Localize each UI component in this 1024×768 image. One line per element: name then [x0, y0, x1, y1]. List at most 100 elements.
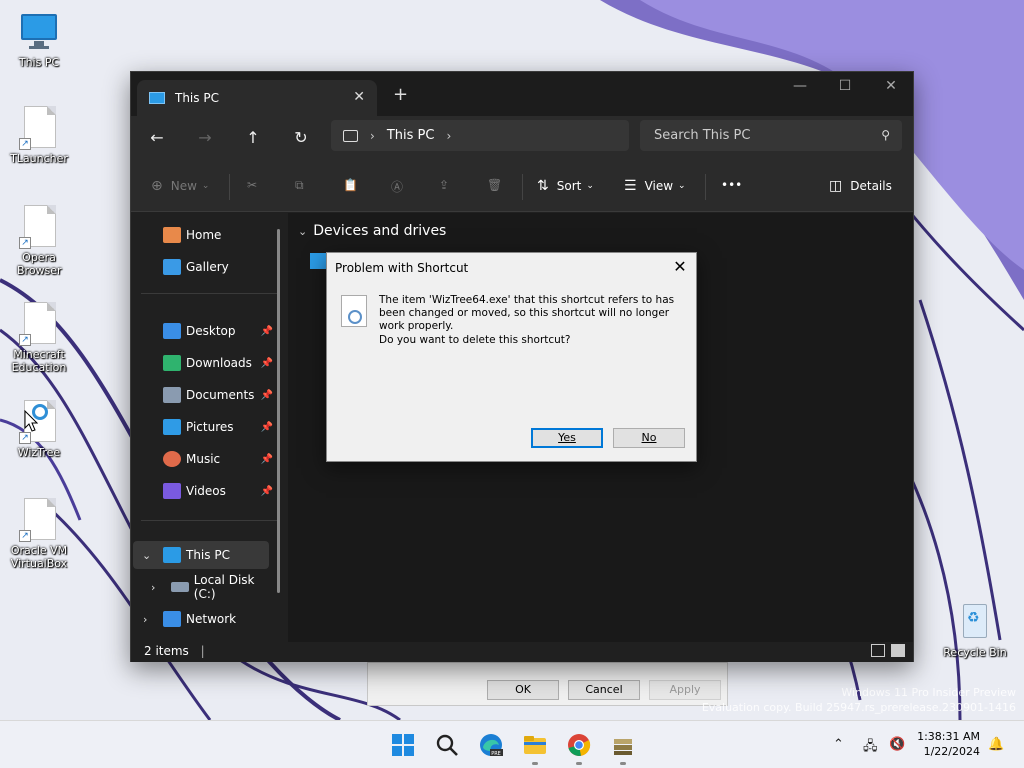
dialog-message: The item 'WizTree64.exe' that this short… [379, 294, 675, 332]
desktop-icon-label: Recycle Bin [943, 646, 1007, 659]
video-icon [163, 483, 181, 499]
properties-dialog-footer: OK Cancel Apply [367, 662, 728, 706]
close-tab-icon[interactable]: ✕ [353, 89, 365, 105]
chevron-down-icon: ⌄ [678, 181, 686, 191]
view-button[interactable]: ☰ View ⌄ [624, 178, 686, 194]
file-icon: ↗ [19, 302, 59, 346]
shortcut-arrow-icon: ↗ [19, 530, 31, 542]
chevron-down-icon[interactable]: ⌄ [142, 549, 151, 562]
running-indicator [532, 762, 538, 765]
monitor-icon [343, 129, 358, 142]
gallery-icon [163, 259, 181, 275]
yes-button[interactable]: Yes [531, 428, 603, 448]
sidebar-item-network[interactable]: › Network [131, 605, 279, 633]
network-status-icon[interactable]: 🖧 [863, 737, 878, 759]
search-placeholder: Search This PC [654, 128, 751, 143]
tiles-view-icon[interactable] [891, 644, 905, 657]
desktop-icon-this-pc[interactable]: This PC [3, 10, 75, 69]
sidebar-item-label: Music [186, 452, 221, 466]
maximize-icon[interactable]: ☐ [830, 78, 860, 94]
sidebar-item-local-disk[interactable]: › Local Disk (C:) [131, 573, 279, 601]
sidebar-item-this-pc[interactable]: ⌄ This PC [133, 541, 269, 569]
chrome-icon[interactable] [567, 733, 591, 757]
desktop-icon-opera[interactable]: ↗ Opera Browser [3, 205, 75, 277]
pin-icon[interactable]: 📌 [261, 422, 273, 433]
evaluation-watermark: Windows 11 Pro Insider Preview Evaluatio… [702, 685, 1016, 715]
group-header-devices[interactable]: ⌄ Devices and drives [298, 223, 446, 239]
pin-icon[interactable]: 📌 [261, 358, 273, 369]
sidebar-item-gallery[interactable]: Gallery [131, 253, 279, 281]
sidebar-item-videos[interactable]: Videos 📌 [131, 477, 279, 505]
paste-icon: 📋 [343, 178, 358, 192]
monitor-icon [163, 547, 181, 563]
desktop-icon-wiztree[interactable]: ↗ WizTree [3, 400, 75, 459]
chevron-right-icon[interactable]: › [446, 129, 451, 143]
search-input[interactable]: Search This PC ⚲ [640, 120, 902, 151]
sidebar-item-music[interactable]: Music 📌 [131, 445, 279, 473]
start-windows-icon[interactable] [391, 733, 415, 757]
new-tab-icon[interactable]: + [393, 84, 408, 105]
tab-this-pc[interactable]: This PC ✕ [137, 80, 377, 116]
ok-button[interactable]: OK [487, 680, 559, 700]
search-icon[interactable] [435, 733, 459, 757]
file-icon: ↗ [19, 106, 59, 150]
file-explorer-icon[interactable] [523, 733, 547, 757]
close-icon[interactable]: ✕ [670, 257, 690, 276]
home-icon [163, 227, 181, 243]
chevron-up-icon[interactable]: ⌃ [833, 737, 844, 752]
desktop-icon-virtualbox[interactable]: ↗ Oracle VM VirtualBox [3, 498, 75, 570]
sidebar-scrollbar[interactable] [277, 229, 280, 593]
download-icon [163, 355, 181, 371]
shortcut-arrow-icon: ↗ [19, 138, 31, 150]
drive-c-icon[interactable] [310, 253, 326, 269]
recycle-bin-icon: ♻ [955, 600, 995, 644]
address-bar[interactable]: › This PC › [331, 120, 629, 151]
no-button[interactable]: No [613, 428, 685, 448]
close-window-icon[interactable]: ✕ [876, 78, 906, 94]
volume-muted-icon[interactable]: 🔇 [889, 737, 905, 752]
notification-bell-icon[interactable]: 🔔 [988, 737, 1004, 752]
pin-icon[interactable]: 📌 [261, 326, 273, 337]
desktop-icon-recycle-bin[interactable]: ♻ Recycle Bin [939, 600, 1011, 659]
chevron-right-icon[interactable]: › [143, 613, 147, 626]
mouse-cursor-icon [24, 409, 39, 436]
sidebar-item-desktop[interactable]: Desktop 📌 [131, 317, 279, 345]
toolbar-divider [705, 174, 706, 200]
pin-icon[interactable]: 📌 [261, 390, 273, 401]
sidebar-divider [141, 293, 279, 294]
up-icon[interactable]: ↑ [243, 128, 263, 147]
sidebar-item-documents[interactable]: Documents 📌 [131, 381, 279, 409]
sidebar-item-label: Documents [186, 388, 255, 402]
chevron-right-icon[interactable]: › [151, 581, 155, 594]
pin-icon[interactable]: 📌 [261, 454, 273, 465]
document-icon [163, 387, 181, 403]
breadcrumb-this-pc[interactable]: This PC [387, 128, 435, 143]
sort-label: Sort [556, 179, 582, 193]
sidebar-item-pictures[interactable]: Pictures 📌 [131, 413, 279, 441]
clock[interactable]: 1:38:31 AM 1/22/2024 [917, 729, 980, 759]
minimize-icon[interactable]: — [785, 78, 815, 94]
search-icon: ⚲ [881, 128, 890, 142]
svg-text:PRE: PRE [491, 751, 501, 757]
refresh-icon[interactable]: ↻ [291, 128, 311, 147]
details-button[interactable]: ◫ Details [829, 178, 892, 194]
desktop-icon-tlauncher[interactable]: ↗ TLauncher [3, 106, 75, 165]
details-view-icon[interactable] [871, 644, 885, 657]
edge-browser-icon[interactable]: PRE [479, 733, 503, 757]
pin-icon[interactable]: 📌 [261, 486, 273, 497]
app-stack-icon[interactable] [611, 733, 635, 757]
back-icon[interactable]: ← [147, 128, 167, 147]
file-icon: ↗ [19, 205, 59, 249]
status-bar: 2 items | [131, 642, 913, 662]
watermark-line1: Windows 11 Pro Insider Preview [841, 686, 1016, 699]
sidebar-item-downloads[interactable]: Downloads 📌 [131, 349, 279, 377]
rename-icon: Ⓐ [391, 180, 404, 194]
command-bar: ⊕ New ⌄ ✂ ⧉ 📋 Ⓐ ⇪ 🗑 ⇅ Sort ⌄ ☰ View ⌄ ••… [131, 162, 913, 212]
more-options-icon[interactable]: ••• [721, 178, 742, 192]
cancel-button[interactable]: Cancel [568, 680, 640, 700]
desktop-icon-minecraft[interactable]: ↗ Minecraft Education [3, 302, 75, 374]
taskbar: PRE ⌃ 🖧 🔇 1:38:31 AM 1/22/2024 🔔 [0, 720, 1024, 768]
sidebar-item-home[interactable]: Home [131, 221, 279, 249]
sort-button[interactable]: ⇅ Sort ⌄ [537, 178, 594, 194]
no-label: No [641, 431, 657, 444]
